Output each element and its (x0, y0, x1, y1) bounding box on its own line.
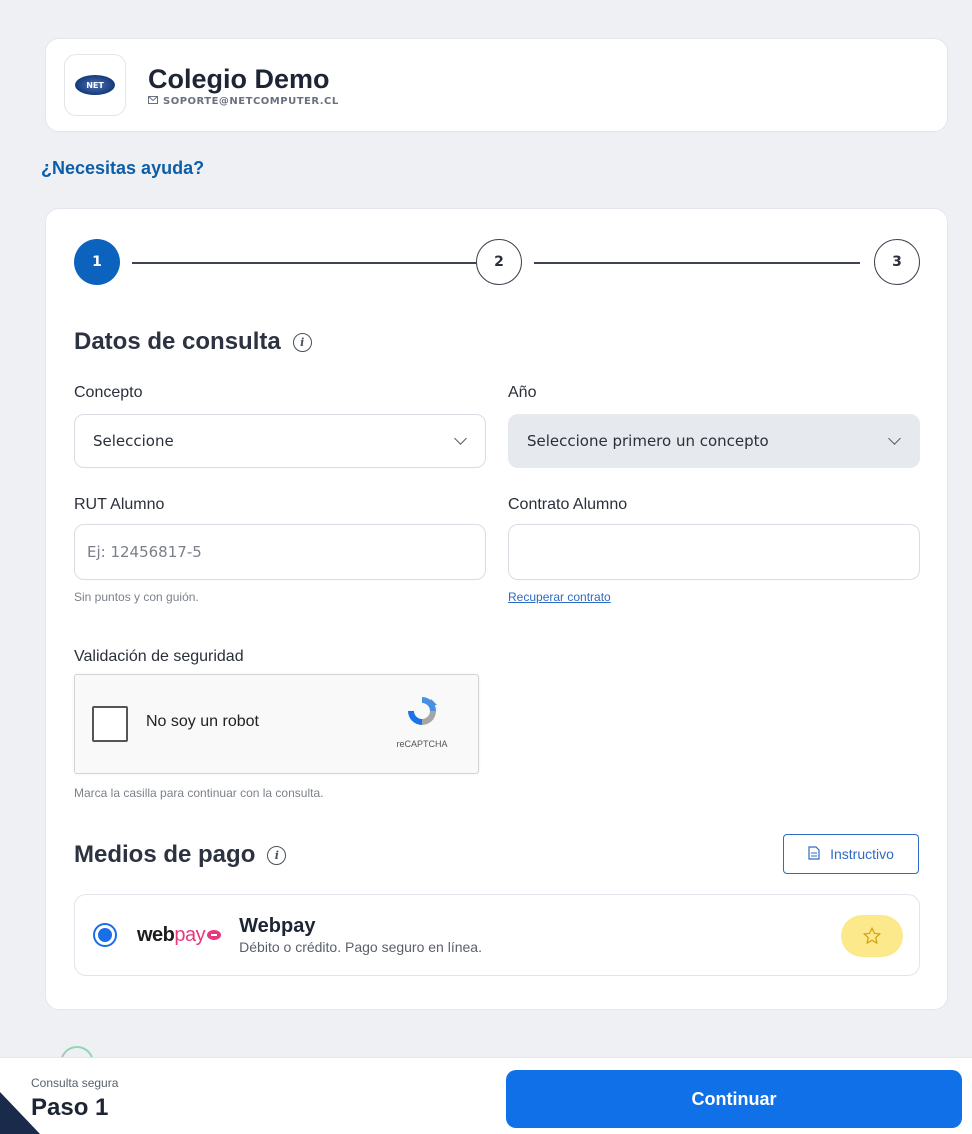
payment-radio[interactable] (93, 923, 117, 947)
chevron-down-icon (454, 432, 467, 445)
recuperar-contrato-link[interactable]: Recuperar contrato (508, 590, 611, 604)
mail-icon (148, 95, 158, 107)
star-icon (863, 927, 881, 944)
payment-method-description: Débito o crédito. Pago seguro en línea. (239, 939, 482, 955)
info-icon[interactable]: i (292, 332, 312, 352)
contrato-input[interactable] (508, 524, 920, 580)
step-3: 3 (874, 239, 920, 285)
concepto-select[interactable]: Seleccione (74, 414, 486, 468)
consulta-section-title: Datos de consulta i (74, 328, 312, 356)
school-name: Colegio Demo (148, 63, 330, 94)
webpay-logo: web pay (137, 923, 222, 947)
webpay-badge-icon (207, 930, 222, 940)
webpay-logo-part1: web (137, 923, 175, 946)
recaptcha-logo: reCAPTCHA (386, 693, 458, 749)
school-logo-text: NET (86, 80, 104, 90)
anio-label: Año (508, 384, 537, 401)
payment-method-name: Webpay (239, 915, 316, 937)
chevron-down-icon (888, 432, 901, 445)
continue-button[interactable]: Continuar (506, 1070, 962, 1128)
instructivo-button[interactable]: Instructivo (783, 834, 919, 874)
instructivo-label: Instructivo (830, 846, 894, 862)
payment-section-title: Medios de pago i (74, 841, 287, 869)
step-2: 2 (476, 239, 522, 285)
recaptcha-label: No soy un robot (146, 713, 259, 730)
footer-bar: Consulta segura Paso 1 Continuar (0, 1057, 972, 1134)
concepto-label: Concepto (74, 384, 143, 401)
anio-select[interactable]: Seleccione primero un concepto (508, 414, 920, 468)
favorite-badge (841, 915, 903, 957)
footer-step-label: Paso 1 (31, 1094, 109, 1121)
rut-label: RUT Alumno (74, 496, 165, 513)
security-hint: Marca la casilla para continuar con la c… (74, 786, 324, 800)
anio-value: Seleccione primero un concepto (527, 432, 769, 450)
school-email-text: SOPORTE@NETCOMPUTER.CL (163, 95, 339, 107)
consulta-form-card: 1 2 3 Datos de consulta i Concepto Selec… (45, 208, 948, 1010)
recaptcha-brand: reCAPTCHA (396, 739, 448, 749)
concepto-value: Seleccione (93, 432, 174, 450)
contrato-label: Contrato Alumno (508, 496, 628, 513)
help-link[interactable]: ¿Necesitas ayuda? (41, 158, 204, 179)
info-icon[interactable]: i (267, 845, 287, 865)
step-connector (534, 262, 860, 264)
footer-subtitle: Consulta segura (31, 1076, 119, 1090)
recaptcha-widget: No soy un robot reCAPTCHA (74, 674, 479, 774)
recaptcha-checkbox[interactable] (92, 706, 128, 742)
step-connector (132, 262, 476, 264)
school-header-card: NET Colegio Demo SOPORTE@NETCOMPUTER.CL (45, 38, 948, 132)
payment-method-webpay[interactable]: web pay Webpay Débito o crédito. Pago seg… (74, 894, 920, 976)
school-email: SOPORTE@NETCOMPUTER.CL (148, 95, 339, 107)
rut-input[interactable] (74, 524, 486, 580)
rut-hint: Sin puntos y con guión. (74, 590, 199, 604)
step-1: 1 (74, 239, 120, 285)
webpay-logo-part2: pay (174, 923, 206, 946)
security-label: Validación de seguridad (74, 648, 244, 665)
payment-title-text: Medios de pago (74, 841, 256, 868)
recaptcha-icon (408, 697, 437, 725)
school-logo: NET (64, 54, 126, 116)
consulta-title-text: Datos de consulta (74, 328, 281, 355)
document-icon (808, 845, 820, 863)
